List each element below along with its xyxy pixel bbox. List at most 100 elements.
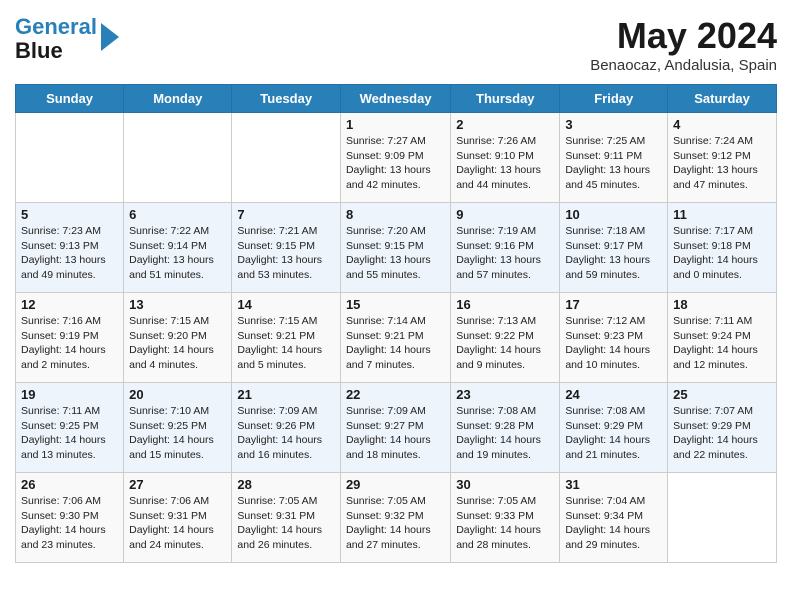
day-info: Sunrise: 7:05 AM Sunset: 9:33 PM Dayligh… [456, 494, 554, 553]
day-info: Sunrise: 7:21 AM Sunset: 9:15 PM Dayligh… [237, 224, 335, 283]
weekday-header-row: SundayMondayTuesdayWednesdayThursdayFrid… [16, 85, 777, 113]
weekday-header-saturday: Saturday [668, 85, 777, 113]
day-info: Sunrise: 7:13 AM Sunset: 9:22 PM Dayligh… [456, 314, 554, 373]
calendar-cell [232, 113, 341, 203]
day-info: Sunrise: 7:06 AM Sunset: 9:31 PM Dayligh… [129, 494, 226, 553]
day-number: 27 [129, 477, 226, 492]
calendar-week-1: 1 Sunrise: 7:27 AM Sunset: 9:09 PM Daylig… [16, 113, 777, 203]
calendar-cell: 28 Sunrise: 7:05 AM Sunset: 9:31 PM Dayli… [232, 473, 341, 563]
calendar-cell: 31 Sunrise: 7:04 AM Sunset: 9:34 PM Dayli… [560, 473, 668, 563]
day-info: Sunrise: 7:25 AM Sunset: 9:11 PM Dayligh… [565, 134, 662, 193]
day-number: 11 [673, 207, 771, 222]
day-info: Sunrise: 7:17 AM Sunset: 9:18 PM Dayligh… [673, 224, 771, 283]
calendar-cell: 3Sunrise: 7:25 AM Sunset: 9:11 PM Daylig… [560, 113, 668, 203]
day-info: Sunrise: 7:10 AM Sunset: 9:25 PM Dayligh… [129, 404, 226, 463]
day-number: 18 [673, 297, 771, 312]
page-header: General Blue May 2024 Benaocaz, Andalusi… [15, 15, 777, 74]
day-info: Sunrise: 7:27 AM Sunset: 9:09 PM Dayligh… [346, 134, 445, 193]
day-info: Sunrise: 7:15 AM Sunset: 9:20 PM Dayligh… [129, 314, 226, 373]
day-number: 23 [456, 387, 554, 402]
day-info: Sunrise: 7:09 AM Sunset: 9:27 PM Dayligh… [346, 404, 445, 463]
day-number: 28 [237, 477, 335, 492]
day-info: Sunrise: 7:20 AM Sunset: 9:15 PM Dayligh… [346, 224, 445, 283]
day-number: 29 [346, 477, 445, 492]
calendar-week-2: 5Sunrise: 7:23 AM Sunset: 9:13 PM Daylig… [16, 203, 777, 293]
day-number: 7 [237, 207, 335, 222]
day-number: 30 [456, 477, 554, 492]
location: Benaocaz, Andalusia, Spain [590, 57, 777, 74]
weekday-header-wednesday: Wednesday [340, 85, 450, 113]
calendar-cell: 13 Sunrise: 7:15 AM Sunset: 9:20 PM Dayli… [124, 293, 232, 383]
day-number: 26 [21, 477, 118, 492]
calendar-cell: 14 Sunrise: 7:15 AM Sunset: 9:21 PM Dayli… [232, 293, 341, 383]
day-info: Sunrise: 7:04 AM Sunset: 9:34 PM Dayligh… [565, 494, 662, 553]
day-number: 16 [456, 297, 554, 312]
calendar-cell: 17Sunrise: 7:12 AM Sunset: 9:23 PM Dayli… [560, 293, 668, 383]
day-number: 14 [237, 297, 335, 312]
calendar-week-3: 12 Sunrise: 7:16 AM Sunset: 9:19 PM Dayli… [16, 293, 777, 383]
day-number: 21 [237, 387, 335, 402]
day-info: Sunrise: 7:05 AM Sunset: 9:32 PM Dayligh… [346, 494, 445, 553]
day-info: Sunrise: 7:06 AM Sunset: 9:30 PM Dayligh… [21, 494, 118, 553]
calendar-cell: 19 Sunrise: 7:11 AM Sunset: 9:25 PM Dayli… [16, 383, 124, 473]
calendar-cell: 22 Sunrise: 7:09 AM Sunset: 9:27 PM Dayli… [340, 383, 450, 473]
calendar-cell: 23 Sunrise: 7:08 AM Sunset: 9:28 PM Dayli… [451, 383, 560, 473]
day-info: Sunrise: 7:16 AM Sunset: 9:19 PM Dayligh… [21, 314, 118, 373]
day-number: 15 [346, 297, 445, 312]
day-number: 6 [129, 207, 226, 222]
day-number: 13 [129, 297, 226, 312]
calendar-cell: 4 Sunrise: 7:24 AM Sunset: 9:12 PM Daylig… [668, 113, 777, 203]
day-info: Sunrise: 7:18 AM Sunset: 9:17 PM Dayligh… [565, 224, 662, 283]
day-number: 2 [456, 117, 554, 132]
day-info: Sunrise: 7:05 AM Sunset: 9:31 PM Dayligh… [237, 494, 335, 553]
calendar-cell: 26 Sunrise: 7:06 AM Sunset: 9:30 PM Dayli… [16, 473, 124, 563]
calendar-cell: 18 Sunrise: 7:11 AM Sunset: 9:24 PM Dayli… [668, 293, 777, 383]
month-title: May 2024 [590, 15, 777, 57]
day-number: 9 [456, 207, 554, 222]
calendar-week-5: 26 Sunrise: 7:06 AM Sunset: 9:30 PM Dayli… [16, 473, 777, 563]
day-number: 31 [565, 477, 662, 492]
day-number: 22 [346, 387, 445, 402]
day-info: Sunrise: 7:12 AM Sunset: 9:23 PM Dayligh… [565, 314, 662, 373]
calendar-cell [16, 113, 124, 203]
calendar-cell [124, 113, 232, 203]
weekday-header-monday: Monday [124, 85, 232, 113]
day-info: Sunrise: 7:26 AM Sunset: 9:10 PM Dayligh… [456, 134, 554, 193]
day-number: 4 [673, 117, 771, 132]
day-info: Sunrise: 7:11 AM Sunset: 9:25 PM Dayligh… [21, 404, 118, 463]
calendar-cell: 2 Sunrise: 7:26 AM Sunset: 9:10 PM Daylig… [451, 113, 560, 203]
weekday-header-thursday: Thursday [451, 85, 560, 113]
calendar-cell: 6Sunrise: 7:22 AM Sunset: 9:14 PM Daylig… [124, 203, 232, 293]
day-number: 8 [346, 207, 445, 222]
calendar-cell: 12 Sunrise: 7:16 AM Sunset: 9:19 PM Dayli… [16, 293, 124, 383]
calendar-cell: 7 Sunrise: 7:21 AM Sunset: 9:15 PM Daylig… [232, 203, 341, 293]
weekday-header-friday: Friday [560, 85, 668, 113]
day-info: Sunrise: 7:08 AM Sunset: 9:29 PM Dayligh… [565, 404, 662, 463]
calendar-cell: 29 Sunrise: 7:05 AM Sunset: 9:32 PM Dayli… [340, 473, 450, 563]
day-info: Sunrise: 7:15 AM Sunset: 9:21 PM Dayligh… [237, 314, 335, 373]
day-number: 19 [21, 387, 118, 402]
logo-general: General [15, 14, 97, 39]
day-number: 25 [673, 387, 771, 402]
weekday-header-sunday: Sunday [16, 85, 124, 113]
calendar-cell: 21Sunrise: 7:09 AM Sunset: 9:26 PM Dayli… [232, 383, 341, 473]
day-number: 20 [129, 387, 226, 402]
calendar-cell: 16 Sunrise: 7:13 AM Sunset: 9:22 PM Dayli… [451, 293, 560, 383]
day-info: Sunrise: 7:08 AM Sunset: 9:28 PM Dayligh… [456, 404, 554, 463]
day-info: Sunrise: 7:07 AM Sunset: 9:29 PM Dayligh… [673, 404, 771, 463]
title-block: May 2024 Benaocaz, Andalusia, Spain [590, 15, 777, 74]
calendar-cell: 15Sunrise: 7:14 AM Sunset: 9:21 PM Dayli… [340, 293, 450, 383]
calendar-cell: 9Sunrise: 7:19 AM Sunset: 9:16 PM Daylig… [451, 203, 560, 293]
day-info: Sunrise: 7:11 AM Sunset: 9:24 PM Dayligh… [673, 314, 771, 373]
day-info: Sunrise: 7:24 AM Sunset: 9:12 PM Dayligh… [673, 134, 771, 193]
calendar-cell: 24Sunrise: 7:08 AM Sunset: 9:29 PM Dayli… [560, 383, 668, 473]
calendar-cell: 1 Sunrise: 7:27 AM Sunset: 9:09 PM Daylig… [340, 113, 450, 203]
logo-arrow-icon [101, 23, 119, 51]
calendar-cell: 27 Sunrise: 7:06 AM Sunset: 9:31 PM Dayli… [124, 473, 232, 563]
calendar-cell: 5Sunrise: 7:23 AM Sunset: 9:13 PM Daylig… [16, 203, 124, 293]
calendar-table: SundayMondayTuesdayWednesdayThursdayFrid… [15, 84, 777, 563]
day-number: 1 [346, 117, 445, 132]
day-number: 12 [21, 297, 118, 312]
calendar-week-4: 19 Sunrise: 7:11 AM Sunset: 9:25 PM Dayli… [16, 383, 777, 473]
calendar-cell [668, 473, 777, 563]
